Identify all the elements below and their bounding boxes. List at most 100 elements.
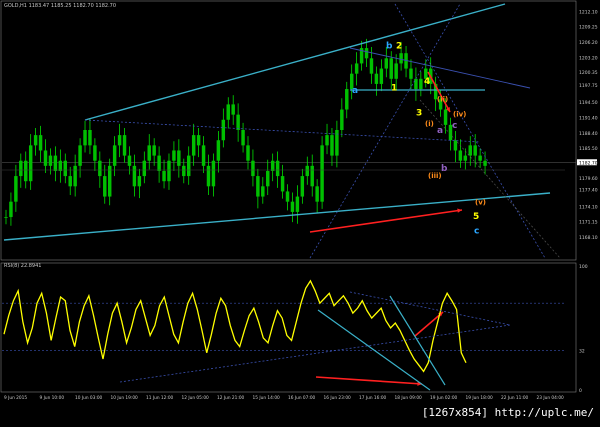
price-tick-label: 1200.35 [579,70,598,76]
wave-label: b [386,42,393,52]
wave-label: a [352,86,358,96]
candle-body [157,155,161,171]
price-tick-label: 1203.20 [579,55,598,61]
rsi-panel-frame [0,262,577,393]
candle-body [483,160,487,166]
candle-body [463,155,468,161]
candle-body [379,68,384,84]
candle-body [231,104,235,115]
candle-body [369,58,374,74]
candle-body [211,160,216,187]
x-tick-label: 15 Jun 14:00 [253,395,281,401]
price-tick-label: 1209.25 [579,24,598,30]
rsi-line [3,279,467,373]
dotted-fan-line-2 [394,3,546,259]
candle-body [453,140,458,151]
wave-label: 2 [396,42,402,52]
x-tick-label: 18 Jun 09:00 [395,395,423,401]
price-panel-frame [0,0,577,261]
price-tick-label: 1197.75 [579,83,598,89]
candle-body [315,186,319,202]
candle-body [38,135,43,151]
x-tick-label: 22 Jun 11:00 [501,395,529,401]
wave-label: (i) [425,120,434,128]
candle-body [280,176,285,192]
candle-body [103,176,107,197]
candle-body [137,176,142,187]
candle-body [58,160,63,171]
candle-body [122,135,127,156]
candle-body [330,135,334,156]
candle-body [14,176,18,202]
x-tick-label: 9 Jun 10:00 [40,395,65,401]
dotted-median-line [84,119,481,143]
price-arrow-up [309,209,463,233]
candle-body [468,145,472,156]
price-chart-svg: 1212.10 1209.25 1206.20 1203.20 1200.35 1197.… [0,0,598,401]
candle-body [414,78,418,90]
price-tick-label: 1174.10 [579,204,598,210]
candle-body [68,176,72,187]
rsi-trendline-2 [389,295,446,386]
candle-body [374,73,379,84]
wave-label: 3 [416,109,422,119]
candle-body [458,150,463,161]
price-tick-label: 1194.50 [579,100,598,106]
price-tick-label: 1188.40 [579,131,598,137]
candle-body [196,135,201,146]
candle-body [221,119,226,141]
candle-body [364,48,369,59]
candle-body [4,217,8,218]
candle-body [305,165,309,177]
x-tick-label: 19 Jun 18:00 [466,395,494,401]
candle-body [24,160,28,182]
candle-body [394,63,398,79]
wave-label: c [452,121,457,131]
candle-body [246,145,250,161]
candle-body [83,130,87,146]
current-price-label: 1182.70 [579,160,598,166]
candle-body [132,165,137,187]
candle-body [19,160,23,177]
rsi-dotted-upper [349,291,511,326]
price-tick-label: 1185.50 [579,146,598,152]
price-tick-label: 1177.40 [579,187,598,193]
candle-body [261,186,265,197]
candle-body [147,145,151,161]
candle-body [191,135,196,156]
candle-body [107,165,112,197]
candle-body [53,155,58,171]
candle-body [78,145,82,166]
wave-label: 1 [391,84,397,94]
wave-label: 4 [424,77,430,87]
price-tick-label: 1206.20 [579,40,598,46]
lower-channel-line [3,192,551,241]
symbol-header: GOLD,H1 1183.47 1185.25 1182.70 1182.70 [4,3,117,9]
wave-label: a [437,126,443,136]
candle-body [399,53,403,64]
candle-body [354,63,359,74]
candle-body [162,170,166,182]
price-tick-label: 1179.60 [579,176,598,182]
candle-body [270,160,275,171]
x-tick-label: 10 Jun 19:00 [111,395,139,401]
x-tick-label: 12 Jun 21:00 [217,395,245,401]
candle-body [33,135,38,146]
candle-body [177,150,181,166]
rsi-tick-label: 0 [579,388,582,394]
candle-body [384,58,389,69]
candle-body [117,135,122,146]
x-tick-label: 11 Jun 12:00 [146,395,174,401]
candle-body [93,145,97,161]
candle-body [187,155,191,177]
candle-body [43,150,48,166]
wave-label: c [474,226,479,236]
candle-body [473,145,477,156]
x-tick-label: 12 Jun 05:00 [182,395,210,401]
x-tick-label: 9 Jun 2015 [4,395,27,401]
price-tick-label: 1171.15 [579,219,598,225]
x-tick-label: 10 Jun 03:00 [75,395,103,401]
candle-body [340,109,344,130]
candle-body [98,160,102,177]
wave-label: (iii) [428,172,442,180]
